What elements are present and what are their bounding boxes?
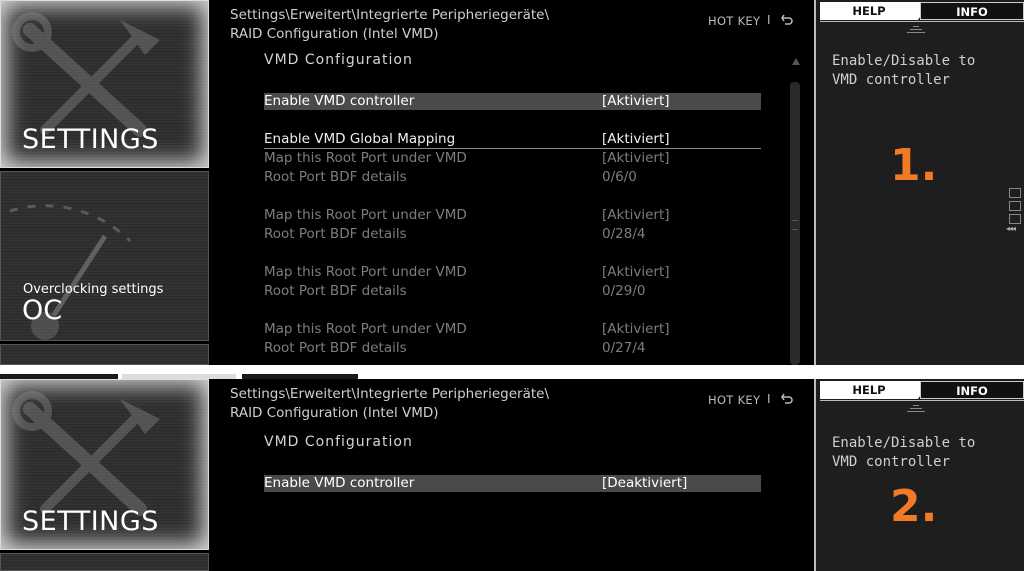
scroll-grip-icon[interactable] [792, 220, 798, 230]
tab-info[interactable]: INFO [920, 381, 1024, 399]
scrollbar[interactable] [789, 52, 803, 365]
tab-info[interactable]: INFO [920, 2, 1024, 20]
nav-tile-oc[interactable] [0, 553, 209, 571]
setting-row-root-port-bdf: Root Port BDF details 0/29/0 [264, 283, 761, 300]
help-text-line: VMD controller [832, 454, 951, 470]
setting-row-enable-vmd-controller[interactable]: Enable VMD controller [Deaktiviert] [264, 475, 761, 492]
main-content: Settings\Erweitert\Integrierte Peripheri… [211, 0, 814, 365]
help-panel: HELP INFO Enable/Disable to VMD controll… [814, 0, 1024, 365]
page-title: RAID Configuration (Intel VMD) [230, 26, 439, 42]
setting-value: 0/29/0 [602, 283, 646, 299]
side-boxes-icon[interactable] [1009, 188, 1021, 227]
help-text: Enable/Disable to VMD controller [832, 52, 1012, 90]
panel-handle-icon[interactable] [904, 403, 928, 415]
help-text-line: Enable/Disable to [832, 435, 976, 451]
tab-help[interactable]: HELP [820, 381, 930, 399]
setting-label: Enable VMD Global Mapping [264, 131, 456, 147]
back-arrow-icon[interactable] [781, 13, 793, 25]
breadcrumb: Settings\Erweitert\Integrierte Peripheri… [230, 6, 549, 44]
setting-value: 0/27/4 [602, 340, 646, 356]
step-marker: 2. [890, 481, 938, 532]
section-title: VMD Configuration [264, 434, 413, 450]
nav-tile-settings[interactable]: SETTINGS [0, 379, 209, 550]
breadcrumb: Settings\Erweitert\Integrierte Peripheri… [230, 385, 549, 423]
setting-row-root-port-bdf: Root Port BDF details 0/6/0 [264, 169, 761, 186]
setting-row-map-root-port[interactable]: Map this Root Port under VMD [Aktiviert] [264, 207, 761, 224]
setting-label: Enable VMD controller [264, 93, 415, 109]
setting-row-root-port-bdf: Root Port BDF details 0/28/4 [264, 226, 761, 243]
image-separator [0, 365, 1024, 379]
setting-label: Map this Root Port under VMD [264, 264, 467, 280]
step-marker: 1. [890, 140, 938, 191]
setting-value: [Aktiviert] [602, 264, 670, 280]
help-text-line: Enable/Disable to [832, 53, 976, 69]
setting-label: Root Port BDF details [264, 226, 407, 242]
setting-label: Root Port BDF details [264, 283, 407, 299]
setting-row-root-port-bdf: Root Port BDF details 0/27/4 [264, 340, 761, 357]
oc-title: OC [22, 295, 63, 326]
section-title: VMD Configuration [264, 52, 413, 68]
tab-divider [820, 21, 1024, 22]
hotkey-button[interactable]: HOT KEY [708, 393, 760, 407]
breadcrumb-path: Settings\Erweitert\Integrierte Peripheri… [230, 7, 549, 23]
main-content: Settings\Erweitert\Integrierte Peripheri… [211, 379, 814, 571]
setting-label: Map this Root Port under VMD [264, 321, 467, 337]
bios-screenshot-2: SETTINGS Settings\Erweitert\Integrierte … [0, 379, 1024, 571]
hotkey-separator: I [767, 13, 771, 27]
setting-label: Map this Root Port under VMD [264, 207, 467, 223]
scroll-up-arrow-icon[interactable] [792, 58, 800, 65]
setting-row-map-root-port[interactable]: Map this Root Port under VMD [Aktiviert] [264, 264, 761, 281]
nav-tile-next[interactable] [0, 344, 209, 365]
breadcrumb-path: Settings\Erweitert\Integrierte Peripheri… [230, 386, 549, 402]
back-arrow-icon[interactable] [781, 392, 793, 404]
setting-row-map-root-port[interactable]: Map this Root Port under VMD [Aktiviert] [264, 150, 761, 167]
setting-label: Root Port BDF details [264, 169, 407, 185]
settings-title: SETTINGS [22, 124, 159, 155]
hotkey-button[interactable]: HOT KEY [708, 14, 760, 28]
hotkey-separator: I [767, 392, 771, 406]
setting-value: [Aktiviert] [602, 321, 670, 337]
setting-value: [Aktiviert] [602, 93, 670, 109]
setting-value: 0/6/0 [602, 169, 637, 185]
bios-screenshot-1: SETTINGS Overclocking settings OC Settin… [0, 0, 1024, 365]
setting-label: Map this Root Port under VMD [264, 150, 467, 166]
setting-value: 0/28/4 [602, 226, 646, 242]
nav-tile-settings[interactable]: SETTINGS [0, 0, 209, 168]
help-panel: HELP INFO Enable/Disable to VMD controll… [814, 379, 1024, 571]
page-title: RAID Configuration (Intel VMD) [230, 405, 439, 421]
setting-label: Enable VMD controller [264, 475, 415, 491]
tab-divider [820, 400, 1024, 401]
tab-help[interactable]: HELP [820, 2, 930, 20]
panel-handle-icon[interactable] [904, 24, 928, 36]
setting-row-vmd-global-mapping[interactable]: Enable VMD Global Mapping [Aktiviert] [264, 131, 761, 149]
setting-row-map-root-port[interactable]: Map this Root Port under VMD [Aktiviert] [264, 321, 761, 338]
setting-value: [Aktiviert] [602, 207, 670, 223]
collapse-arrows-icon[interactable]: ◂◂◂ [1006, 224, 1016, 233]
help-text-line: VMD controller [832, 72, 951, 88]
setting-row-enable-vmd-controller[interactable]: Enable VMD controller [Aktiviert] [264, 93, 761, 110]
settings-title: SETTINGS [22, 506, 159, 537]
setting-value: [Deaktiviert] [602, 475, 688, 491]
help-text: Enable/Disable to VMD controller [832, 434, 1012, 472]
nav-tile-oc[interactable]: Overclocking settings OC [0, 171, 209, 341]
setting-value: [Aktiviert] [602, 150, 670, 166]
setting-label: Root Port BDF details [264, 340, 407, 356]
setting-value: [Aktiviert] [602, 131, 670, 147]
